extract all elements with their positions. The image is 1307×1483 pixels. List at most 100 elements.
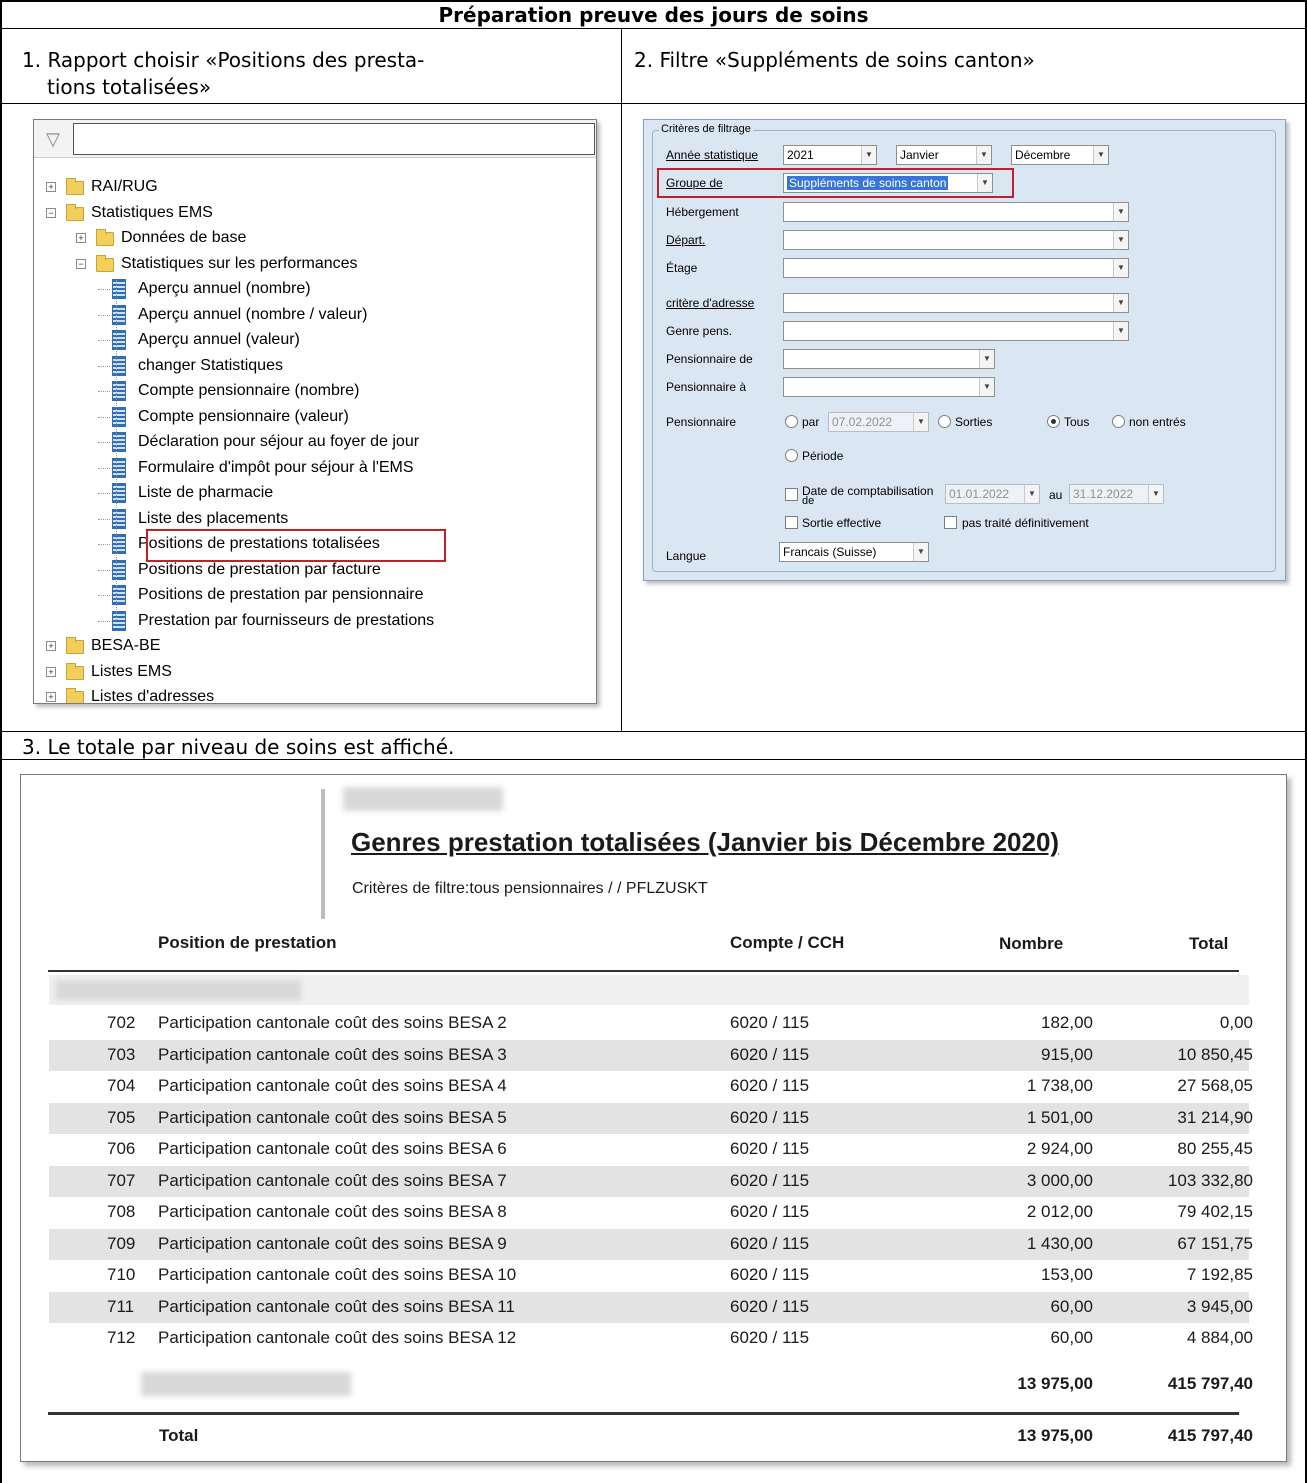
report-icon: [112, 611, 126, 631]
sortie-effective-label: Sortie effective: [802, 516, 882, 530]
tree-search-input[interactable]: [73, 123, 595, 155]
tree-report-item[interactable]: Compte pensionnaire (nombre): [138, 380, 359, 402]
tree-report-item[interactable]: Positions de prestation par pensionnaire: [138, 584, 424, 606]
step2-caption: 2. Filtre «Suppléments de soins canton»: [634, 48, 1035, 72]
chevron-down-icon: ▼: [1113, 294, 1128, 312]
date-compta-from-select[interactable]: 01.01.2022 ▼: [945, 484, 1040, 504]
radio-sorties[interactable]: [938, 415, 951, 428]
tree-folder-item[interactable]: RAI/RUG: [91, 176, 158, 198]
tree-folder-item[interactable]: Données de base: [121, 227, 246, 249]
grand-total-nombre: 13 975,00: [1017, 1426, 1093, 1445]
row-code: 702: [107, 1013, 136, 1032]
au-label: au: [1049, 488, 1063, 502]
tree-folder-item[interactable]: Statistiques EMS: [91, 202, 213, 224]
expand-icon[interactable]: +: [76, 233, 86, 243]
collapse-icon[interactable]: −: [76, 259, 86, 269]
tree-report-item[interactable]: Déclaration pour séjour au foyer de jour: [138, 431, 419, 453]
row-code: 711: [107, 1297, 135, 1316]
tree-report-item[interactable]: Aperçu annuel (valeur): [138, 329, 300, 351]
subtotal-row: 13 975,00 415 797,40: [49, 1369, 1253, 1400]
folder-icon: [66, 178, 84, 195]
collapse-icon[interactable]: −: [46, 208, 56, 218]
radio-tous[interactable]: [1047, 415, 1060, 428]
row-label: Participation cantonale coût des soins B…: [158, 1139, 507, 1158]
adresse-select[interactable]: ▼: [783, 293, 1129, 313]
sortie-effective-checkbox[interactable]: [785, 516, 798, 529]
adresse-label: critère d'adresse: [666, 296, 755, 310]
langue-select[interactable]: Francais (Suisse) ▼: [779, 542, 929, 562]
annee-select[interactable]: 2021 ▼: [783, 145, 877, 165]
chevron-down-icon: ▼: [1024, 485, 1039, 503]
chevron-down-icon: ▼: [861, 146, 876, 164]
row-label: Participation cantonale coût des soins B…: [158, 1013, 507, 1032]
genre-select[interactable]: ▼: [783, 321, 1129, 341]
filter-icon[interactable]: ▽: [42, 128, 64, 150]
row-nombre: 3 000,00: [1026, 1171, 1093, 1190]
tree-report-item[interactable]: Formulaire d'impôt pour séjour à l'EMS: [138, 457, 414, 479]
tree-toolbar: ▽: [34, 120, 596, 158]
hebergement-select[interactable]: ▼: [783, 202, 1129, 222]
date-compta-checkbox[interactable]: [785, 488, 798, 501]
date-compta-to-select[interactable]: 31.12.2022 ▼: [1069, 484, 1164, 504]
tree-report-item[interactable]: Aperçu annuel (nombre): [138, 278, 311, 300]
redacted-block: [343, 787, 503, 811]
depart-select[interactable]: ▼: [783, 230, 1129, 250]
radio-tous-label: Tous: [1064, 415, 1090, 429]
par-date-select[interactable]: 07.02.2022 ▼: [828, 412, 929, 432]
table-row: 708 Participation cantonale coût des soin…: [49, 1197, 1253, 1228]
row-compte: 6020 / 115: [730, 1013, 810, 1032]
report-icon: [112, 509, 126, 529]
mois-debut-select[interactable]: Janvier ▼: [896, 145, 992, 165]
report-icon: [112, 458, 126, 478]
row-total: 67 151,75: [1177, 1234, 1253, 1253]
step1-caption-line2: tions totalisées»: [47, 75, 212, 99]
row-total: 27 568,05: [1177, 1076, 1253, 1095]
depart-label: Départ.: [666, 233, 706, 247]
expand-icon[interactable]: +: [46, 692, 56, 702]
row-label: Participation cantonale coût des soins B…: [158, 1297, 515, 1316]
tree-folder-item[interactable]: BESA-BE: [91, 635, 160, 657]
pas-traite-label: pas traité définitivement: [962, 516, 1089, 530]
report-icon: [112, 432, 126, 452]
tree-report-item[interactable]: changer Statistiques: [138, 355, 283, 377]
radio-par[interactable]: [785, 415, 798, 428]
expand-icon[interactable]: +: [46, 667, 56, 677]
etage-select[interactable]: ▼: [783, 258, 1129, 278]
date-compta-label-de: de: [802, 495, 815, 507]
tree-folder-item[interactable]: Listes EMS: [91, 661, 172, 683]
tree-report-item[interactable]: Liste de pharmacie: [138, 482, 273, 504]
radio-par-label: par: [802, 415, 820, 429]
folder-icon: [66, 688, 84, 703]
tree-report-item[interactable]: Liste des placements: [138, 508, 288, 530]
tree-report-item[interactable]: Positions de prestation par facture: [138, 559, 381, 581]
report-icon: [112, 585, 126, 605]
col-header-total: Total: [1189, 934, 1229, 953]
pensionnaire-label: Pensionnaire: [666, 415, 737, 429]
selection-highlight-box: [146, 529, 446, 562]
radio-periode[interactable]: [785, 449, 798, 462]
pens-de-select[interactable]: ▼: [783, 349, 995, 369]
folder-icon: [66, 637, 84, 654]
chevron-down-icon: ▼: [1113, 322, 1128, 340]
radio-non-entres-label: non entrés: [1129, 415, 1186, 429]
table-row: 703 Participation cantonale coût des soin…: [49, 1040, 1253, 1071]
tree-folder-item[interactable]: Statistiques sur les performances: [121, 253, 358, 275]
mois-fin-select[interactable]: Décembre ▼: [1011, 145, 1109, 165]
row-total: 103 332,80: [1167, 1171, 1253, 1190]
expand-icon[interactable]: +: [46, 641, 56, 651]
row-nombre: 2 012,00: [1026, 1202, 1093, 1221]
tree-folder-item[interactable]: Listes d'adresses: [91, 686, 214, 703]
chevron-down-icon: ▼: [1113, 231, 1128, 249]
filter-panel: Critères de filtrage Année statistique 2…: [643, 119, 1286, 581]
radio-non-entres[interactable]: [1112, 415, 1125, 428]
tree-report-item[interactable]: Compte pensionnaire (valeur): [138, 406, 349, 428]
tree-report-item[interactable]: Aperçu annuel (nombre / valeur): [138, 304, 367, 326]
pens-a-select[interactable]: ▼: [783, 377, 995, 397]
expand-icon[interactable]: +: [46, 182, 56, 192]
report-icon: [112, 279, 126, 299]
row-compte: 6020 / 115: [730, 1202, 810, 1221]
table-row: 710 Participation cantonale coût des soin…: [49, 1260, 1253, 1291]
row-label: Participation cantonale coût des soins B…: [158, 1202, 507, 1221]
tree-report-item[interactable]: Prestation par fournisseurs de prestatio…: [138, 610, 434, 632]
pas-traite-checkbox[interactable]: [944, 516, 957, 529]
